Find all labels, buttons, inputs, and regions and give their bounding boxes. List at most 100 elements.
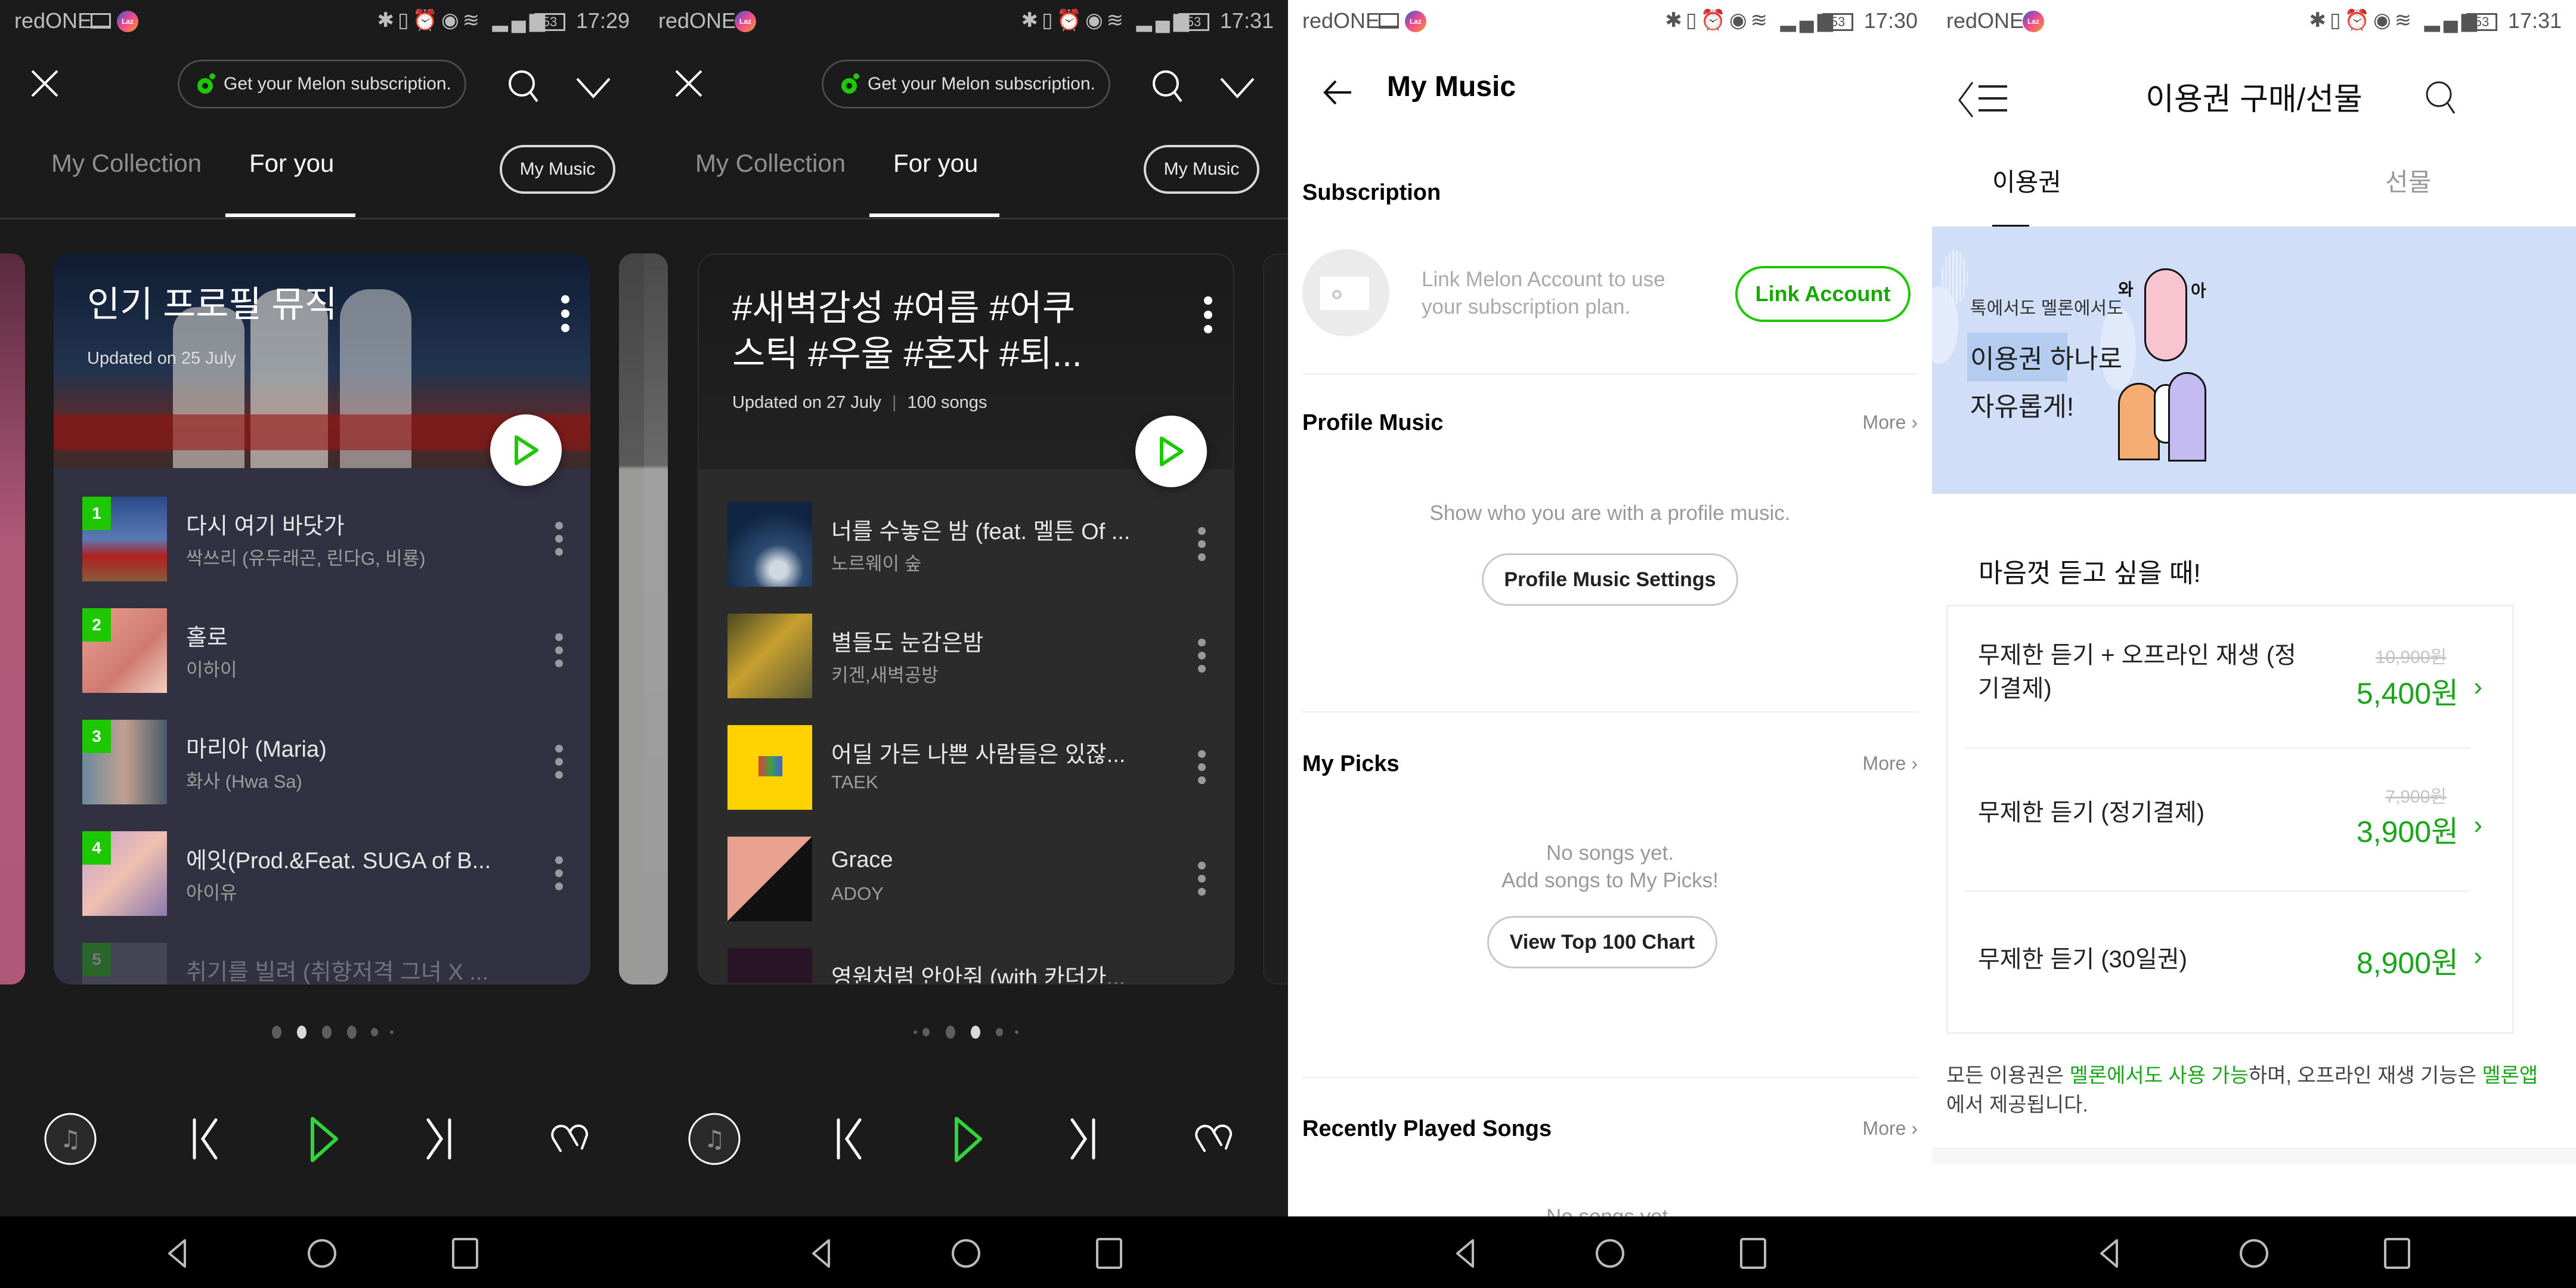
status-bar: redONE Laz ✱▯⏰◉≋ ▂▄▆ 53 17:29 [0, 0, 644, 43]
song-more-icon[interactable] [555, 745, 563, 784]
plan-item[interactable]: 무제한 듣기 (정기결제) 7,900원 3,900원 › [1948, 750, 2512, 890]
nav-recents-icon[interactable] [2379, 1236, 2415, 1271]
nav-home-icon[interactable] [948, 1236, 984, 1271]
nav-recents-icon[interactable] [1091, 1236, 1127, 1271]
song-more-icon[interactable] [1197, 639, 1206, 678]
search-icon[interactable] [1148, 66, 1190, 107]
search-icon[interactable] [2421, 76, 2463, 118]
next-track-icon[interactable] [405, 1109, 465, 1169]
play-icon [515, 435, 538, 465]
sticker-text-right: 아 [2191, 281, 2206, 300]
song-artist: 키겐,새벽공방 [831, 665, 939, 686]
rank-badge: 3 [82, 720, 111, 753]
nav-home-icon[interactable] [2236, 1236, 2272, 1271]
link-account-button[interactable]: Link Account [1735, 266, 1911, 322]
previous-card-peek[interactable] [0, 253, 25, 984]
melon-logo-icon [841, 73, 859, 95]
android-nav-bar [644, 1216, 1288, 1288]
search-icon[interactable] [504, 66, 546, 107]
playlist-card[interactable]: #새벽감성 #여름 #어쿠스틱 #우울 #혼자 #퇴... Updated on… [698, 253, 1234, 984]
nav-back-icon[interactable] [161, 1236, 197, 1271]
close-icon[interactable] [668, 63, 710, 104]
nav-recents-icon[interactable] [1735, 1236, 1771, 1271]
section-divider [1302, 711, 1918, 713]
previous-card-peek[interactable] [644, 253, 668, 984]
song-row[interactable]: 영원처럼 안아줘 (with 카더가... [699, 948, 1233, 983]
subscription-banner-button[interactable]: Get your Melon subscription. [178, 60, 466, 109]
song-more-icon[interactable] [555, 856, 563, 896]
view-top-100-chart-button[interactable]: View Top 100 Chart [1487, 916, 1717, 968]
tab-voucher[interactable]: 이용권 [1992, 162, 2061, 199]
pager-dot [914, 1030, 917, 1034]
close-icon[interactable] [24, 63, 66, 104]
song-more-icon[interactable] [1197, 862, 1206, 901]
plan-item[interactable]: 무제한 듣기 (30일권) 8,900원 › [1948, 893, 2512, 1033]
song-row[interactable]: 너를 수놓은 밤 (feat. 멜튼 Of ... 노르웨이 숲 [699, 502, 1233, 592]
album-art [727, 837, 812, 921]
song-more-icon[interactable] [555, 633, 563, 673]
next-card-peek[interactable] [619, 253, 644, 984]
lazada-badge-icon: Laz [2023, 11, 2044, 32]
song-artist: TAEK [831, 772, 878, 792]
song-row[interactable]: 3 마리아 (Maria) 화사 (Hwa Sa) [54, 720, 590, 809]
chevron-down-icon[interactable] [572, 66, 614, 107]
previous-track-icon[interactable] [823, 1109, 883, 1169]
profile-music-more-link[interactable]: More › [1863, 411, 1918, 434]
song-more-icon[interactable] [555, 522, 563, 561]
my-picks-more-link[interactable]: More › [1863, 753, 1918, 775]
tab-for-you[interactable]: For you [893, 149, 978, 178]
tab-my-collection[interactable]: My Collection [51, 149, 202, 178]
song-row[interactable]: 어딜 가든 나쁜 사람들은 있잖... TAEK [699, 725, 1233, 815]
nav-back-icon[interactable] [805, 1236, 841, 1271]
promo-banner[interactable]: 톡에서도 멜론에서도 이용권 하나로 자유롭게! 와 아 [1932, 227, 2576, 494]
tab-for-you[interactable]: For you [249, 149, 334, 178]
chevron-down-icon[interactable] [1216, 66, 1258, 107]
song-title: 다시 여기 바닷가 [186, 514, 345, 539]
play-icon[interactable] [295, 1109, 354, 1169]
notice-highlight: 멜론에서도 사용 가능 [2069, 1064, 2249, 1087]
song-row[interactable]: 5 취기를 빌려 (취향저격 그녀 X ... [54, 943, 590, 984]
my-music-button[interactable]: My Music [500, 145, 615, 194]
song-artist: ADOY [831, 883, 884, 904]
now-playing-thumbnail-icon[interactable]: ♫ [685, 1109, 744, 1169]
chevron-right-icon: › [2473, 942, 2482, 971]
subscription-banner-button[interactable]: Get your Melon subscription. [822, 60, 1110, 109]
song-more-icon[interactable] [1197, 750, 1206, 789]
tab-my-collection[interactable]: My Collection [695, 149, 846, 178]
nav-back-icon[interactable] [1449, 1236, 1485, 1271]
tab-divider [644, 218, 1288, 219]
album-art [727, 502, 812, 587]
tab-gift[interactable]: 선물 [2385, 162, 2431, 199]
song-row[interactable]: 2 홀로 이하이 [54, 608, 590, 698]
back-arrow-icon[interactable] [1318, 72, 1360, 113]
lazada-badge-icon: Laz [117, 11, 138, 32]
song-title: 마리아 (Maria) [186, 737, 327, 762]
recently-played-more-link[interactable]: More › [1863, 1117, 1918, 1140]
song-row[interactable]: 별들도 눈감은밤 키겐,새벽공방 [699, 614, 1233, 703]
like-heart-icon[interactable] [1187, 1109, 1246, 1169]
song-more-icon[interactable] [1197, 527, 1206, 566]
my-music-button[interactable]: My Music [1144, 145, 1259, 194]
song-row[interactable]: 1 다시 여기 바닷가 싹쓰리 (유두래곤, 린다G, 비룡) [54, 497, 590, 586]
nav-home-icon[interactable] [1592, 1236, 1628, 1271]
android-nav-bar [1288, 1216, 1932, 1288]
playlist-card[interactable]: 인기 프로필 뮤직 Updated on 25 July 1 다시 여기 바닷가… [54, 253, 590, 984]
clock: 17:29 [575, 8, 630, 33]
nav-home-icon[interactable] [304, 1236, 340, 1271]
next-card-peek[interactable] [1263, 253, 1288, 984]
nav-recents-icon[interactable] [447, 1236, 483, 1271]
profile-music-settings-button[interactable]: Profile Music Settings [1482, 553, 1738, 606]
melon-app-link[interactable]: 멜론앱 [2482, 1064, 2538, 1087]
like-heart-icon[interactable] [543, 1109, 602, 1169]
nav-back-icon[interactable] [2093, 1236, 2129, 1271]
song-row[interactable]: Grace ADOY [699, 837, 1233, 926]
play-icon[interactable] [939, 1109, 998, 1169]
song-row[interactable]: 4 에잇(Prod.&Feat. SUGA of B... 아이유 [54, 831, 590, 921]
now-playing-thumbnail-icon[interactable]: ♫ [41, 1109, 100, 1169]
previous-track-icon[interactable] [179, 1109, 239, 1169]
more-options-icon[interactable] [1202, 296, 1214, 338]
playlist-title: #새벽감성 #여름 #어쿠스틱 #우울 #혼자 #퇴... [732, 288, 1082, 374]
plan-item[interactable]: 무제한 듣기 + 오프라인 재생 (정기결제) 10,900원 5,400원 › [1948, 606, 2512, 750]
more-options-icon[interactable] [559, 295, 571, 337]
next-track-icon[interactable] [1049, 1109, 1109, 1169]
